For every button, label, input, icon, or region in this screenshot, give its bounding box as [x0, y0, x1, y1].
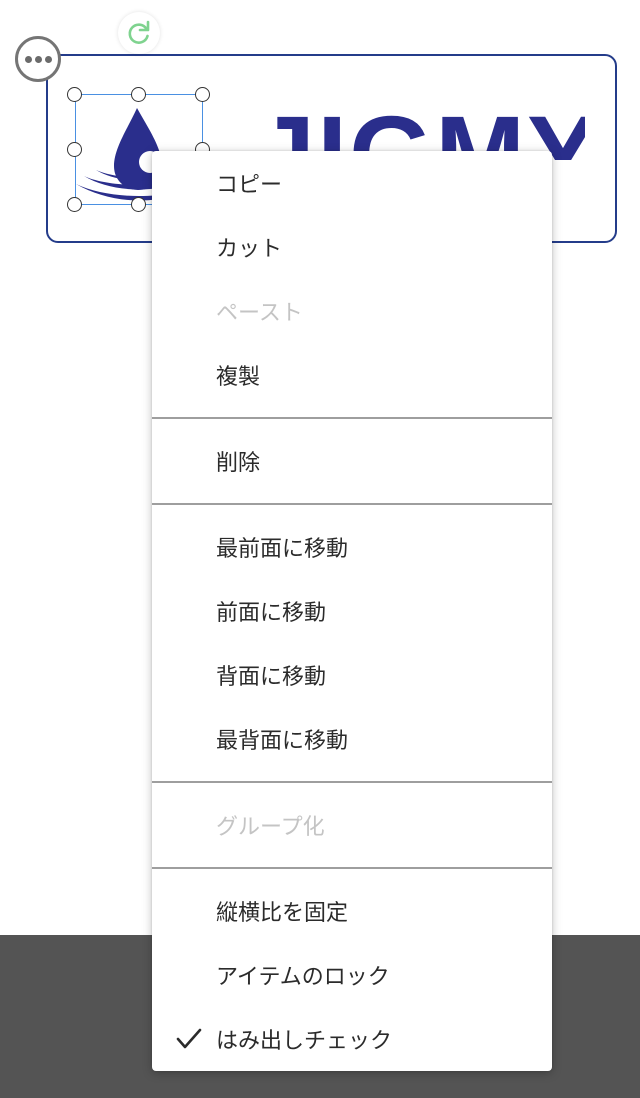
menu-divider: [152, 417, 552, 419]
menu-item-paste: ペースト: [152, 279, 552, 343]
menu-item-label: コピー: [216, 173, 283, 198]
menu-item-label: はみ出しチェック: [216, 1029, 393, 1054]
more-horizontal-icon-dot: [44, 55, 52, 63]
menu-item-label: 最前面に移動: [216, 537, 349, 562]
menu-item-label: カット: [216, 237, 283, 262]
resize-handle-top-left[interactable]: [67, 87, 82, 102]
menu-divider: [152, 867, 552, 869]
menu-item-label: グループ化: [216, 815, 325, 840]
resize-handle-bottom[interactable]: [131, 197, 146, 212]
menu-item-overflow-check[interactable]: はみ出しチェック: [152, 1007, 552, 1071]
context-menu: コピー カット ペースト 複製 削除 最前面に移動 前面に移動 背面に移動 最背…: [152, 151, 552, 1071]
menu-item-lock-item[interactable]: アイテムのロック: [152, 943, 552, 1007]
menu-item-lock-aspect-ratio[interactable]: 縦横比を固定: [152, 879, 552, 943]
rotate-icon: [128, 20, 150, 44]
resize-handle-left[interactable]: [67, 142, 82, 157]
menu-item-send-backward[interactable]: 背面に移動: [152, 643, 552, 707]
menu-item-bring-forward[interactable]: 前面に移動: [152, 579, 552, 643]
menu-divider: [152, 781, 552, 783]
menu-item-label: 縦横比を固定: [216, 901, 349, 926]
more-options-button[interactable]: [15, 36, 61, 82]
menu-item-label: 複製: [216, 365, 261, 390]
menu-item-send-to-back[interactable]: 最背面に移動: [152, 707, 552, 771]
menu-item-label: 背面に移動: [216, 665, 327, 690]
menu-item-copy[interactable]: コピー: [152, 151, 552, 215]
resize-handle-bottom-left[interactable]: [67, 197, 82, 212]
menu-item-label: ペースト: [216, 301, 303, 326]
check-icon: [176, 1028, 202, 1049]
menu-item-label: アイテムのロック: [216, 965, 390, 990]
menu-item-label: 前面に移動: [216, 601, 327, 626]
rotate-handle[interactable]: [118, 12, 160, 54]
more-horizontal-icon: [24, 55, 32, 63]
menu-item-cut[interactable]: カット: [152, 215, 552, 279]
more-horizontal-icon-dot: [34, 55, 42, 63]
menu-item-group: グループ化: [152, 793, 552, 857]
menu-item-duplicate[interactable]: 複製: [152, 343, 552, 407]
resize-handle-top[interactable]: [131, 87, 146, 102]
menu-divider: [152, 503, 552, 505]
resize-handle-top-right[interactable]: [195, 87, 210, 102]
menu-item-bring-to-front[interactable]: 最前面に移動: [152, 515, 552, 579]
menu-item-label: 最背面に移動: [216, 729, 349, 754]
menu-item-delete[interactable]: 削除: [152, 429, 552, 493]
menu-item-label: 削除: [216, 451, 261, 476]
